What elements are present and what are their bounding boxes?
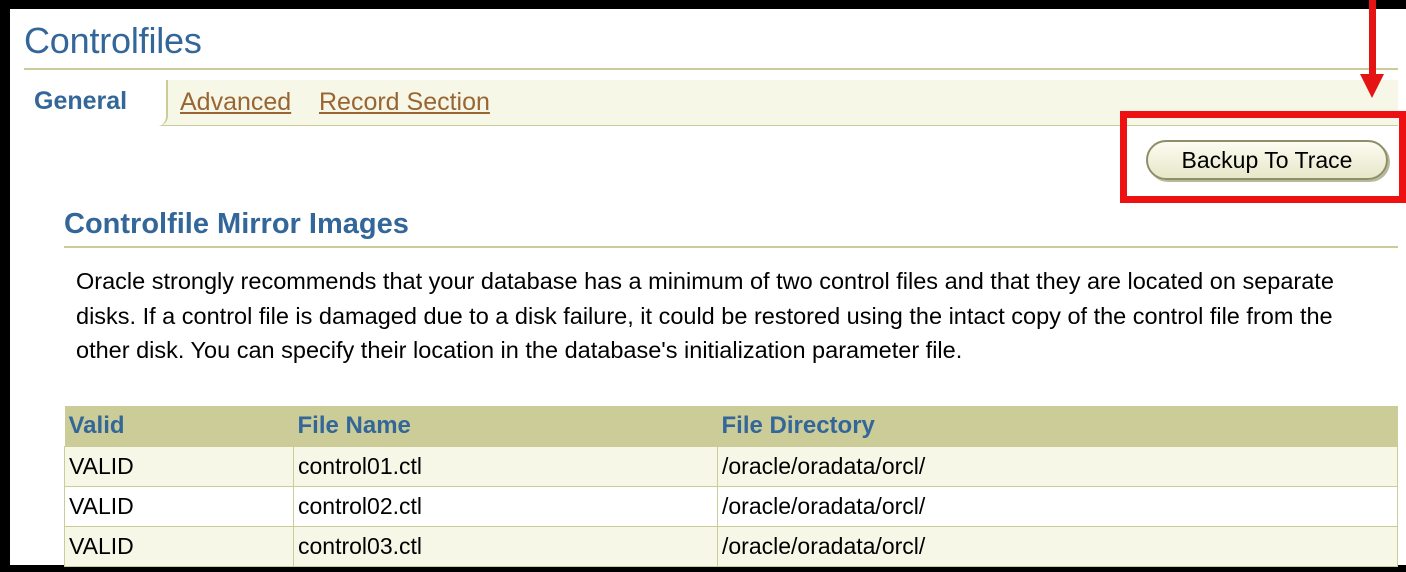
column-header-file-name: File Name	[293, 406, 718, 446]
section-title: Controlfile Mirror Images	[64, 208, 409, 240]
tab-record-section[interactable]: Record Section	[319, 83, 490, 129]
controlfiles-table: Valid File Name File Directory VALID con…	[64, 406, 1398, 567]
table-row: VALID control02.ctl /oracle/oradata/orcl…	[64, 485, 1398, 527]
cell-valid: VALID	[64, 485, 294, 527]
section-divider	[64, 246, 1398, 248]
frame-top-border	[0, 0, 1406, 9]
cell-file-name: control01.ctl	[293, 445, 718, 487]
section-description: Oracle strongly recommends that your dat…	[76, 268, 1334, 363]
page-title: Controlfiles	[24, 20, 202, 61]
callout-arrow-shaft	[1369, 0, 1376, 76]
table-row: VALID control01.ctl /oracle/oradata/orcl…	[64, 445, 1398, 487]
tab-bar: General Advanced Record Section	[24, 80, 1398, 126]
column-header-file-directory: File Directory	[717, 406, 1398, 446]
callout-arrow-head-icon	[1360, 74, 1384, 98]
tab-advanced[interactable]: Advanced	[180, 83, 291, 129]
tab-general[interactable]: General	[24, 80, 168, 126]
table-row: VALID control03.ctl /oracle/oradata/orcl…	[64, 525, 1398, 567]
title-divider	[24, 68, 1398, 70]
column-header-valid: Valid	[64, 406, 294, 446]
table-header-row: Valid File Name File Directory	[64, 406, 1398, 446]
cell-valid: VALID	[64, 525, 294, 567]
cell-file-directory: /oracle/oradata/orcl/	[717, 445, 1398, 487]
backup-to-trace-button[interactable]: Backup To Trace	[1146, 140, 1388, 180]
frame-left-border	[0, 0, 10, 572]
cell-file-name: control02.ctl	[293, 485, 718, 527]
cell-valid: VALID	[64, 445, 294, 487]
cell-file-directory: /oracle/oradata/orcl/	[717, 485, 1398, 527]
cell-file-name: control03.ctl	[293, 525, 718, 567]
cell-file-directory: /oracle/oradata/orcl/	[717, 525, 1398, 567]
